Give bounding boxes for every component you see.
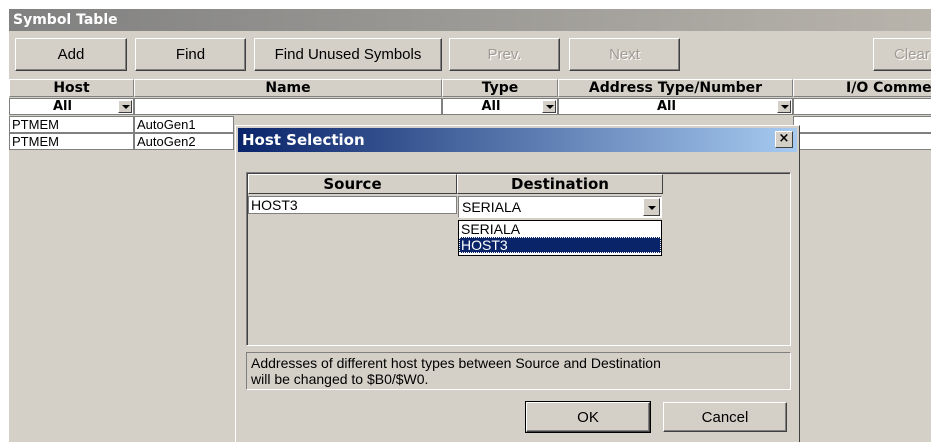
chevron-down-icon[interactable] bbox=[643, 198, 660, 216]
destination-column-header: Destination bbox=[457, 174, 663, 194]
column-header-type[interactable]: Type bbox=[442, 79, 558, 97]
option-host3[interactable]: HOST3 bbox=[459, 237, 661, 253]
column-header-host[interactable]: Host bbox=[9, 79, 134, 97]
destination-host-select[interactable]: SERIALA bbox=[458, 196, 662, 218]
table-row-name[interactable]: AutoGen2 bbox=[134, 133, 234, 150]
close-icon[interactable]: × bbox=[775, 131, 793, 148]
table-row-host[interactable]: PTMEM bbox=[9, 133, 134, 150]
name-filter-field[interactable] bbox=[134, 98, 442, 115]
find-button[interactable]: Find bbox=[135, 38, 246, 71]
find-unused-symbols-button[interactable]: Find Unused Symbols bbox=[254, 38, 442, 71]
symbol-table-window: Symbol Table Add Find Find Unused Symbol… bbox=[8, 8, 931, 442]
chevron-down-icon bbox=[777, 100, 791, 113]
io-filter-field[interactable] bbox=[793, 98, 931, 115]
host-filter-dropdown[interactable]: All bbox=[9, 98, 134, 115]
chevron-down-icon bbox=[542, 100, 556, 113]
address-filter-value: All bbox=[657, 99, 676, 114]
table-row-io[interactable] bbox=[793, 116, 931, 133]
column-header-io-comment[interactable]: I/O Comment bbox=[793, 79, 931, 97]
window-title: Symbol Table bbox=[9, 9, 931, 31]
destination-host-value: SERIALA bbox=[462, 199, 522, 215]
ok-button[interactable]: OK bbox=[525, 401, 651, 433]
chevron-down-icon bbox=[118, 100, 132, 113]
prev-button[interactable]: Prev. bbox=[449, 38, 560, 71]
host-selection-dialog: Host Selection × Source Destination HOST… bbox=[235, 125, 800, 442]
address-filter-dropdown[interactable]: All bbox=[558, 98, 793, 115]
column-header-name[interactable]: Name bbox=[134, 79, 442, 97]
option-seriala[interactable]: SERIALA bbox=[459, 221, 661, 237]
source-column-header: Source bbox=[248, 174, 457, 194]
info-message: Addresses of different host types betwee… bbox=[246, 352, 791, 390]
add-button[interactable]: Add bbox=[15, 38, 127, 71]
next-button[interactable]: Next bbox=[569, 38, 680, 71]
table-row-io[interactable] bbox=[793, 133, 931, 150]
source-host-cell: HOST3 bbox=[248, 196, 457, 214]
table-row-name[interactable]: AutoGen1 bbox=[134, 116, 234, 133]
column-header-address[interactable]: Address Type/Number bbox=[558, 79, 793, 97]
type-filter-value: All bbox=[481, 99, 501, 114]
dialog-title-bar[interactable]: Host Selection bbox=[238, 128, 797, 152]
info-message-line2: will be changed to $B0/$W0. bbox=[251, 371, 429, 387]
destination-options-list[interactable]: SERIALA HOST3 bbox=[458, 220, 662, 256]
host-mapping-panel: Source Destination HOST3 SERIALA SERIALA… bbox=[246, 172, 791, 346]
table-row-host[interactable]: PTMEM bbox=[9, 116, 134, 133]
type-filter-dropdown[interactable]: All bbox=[442, 98, 558, 115]
dialog-title: Host Selection bbox=[242, 131, 365, 149]
info-message-line1: Addresses of different host types betwee… bbox=[251, 355, 661, 371]
cancel-button[interactable]: Cancel bbox=[663, 402, 787, 432]
host-filter-value: All bbox=[53, 99, 72, 114]
clear-button[interactable]: Clear bbox=[873, 38, 931, 71]
